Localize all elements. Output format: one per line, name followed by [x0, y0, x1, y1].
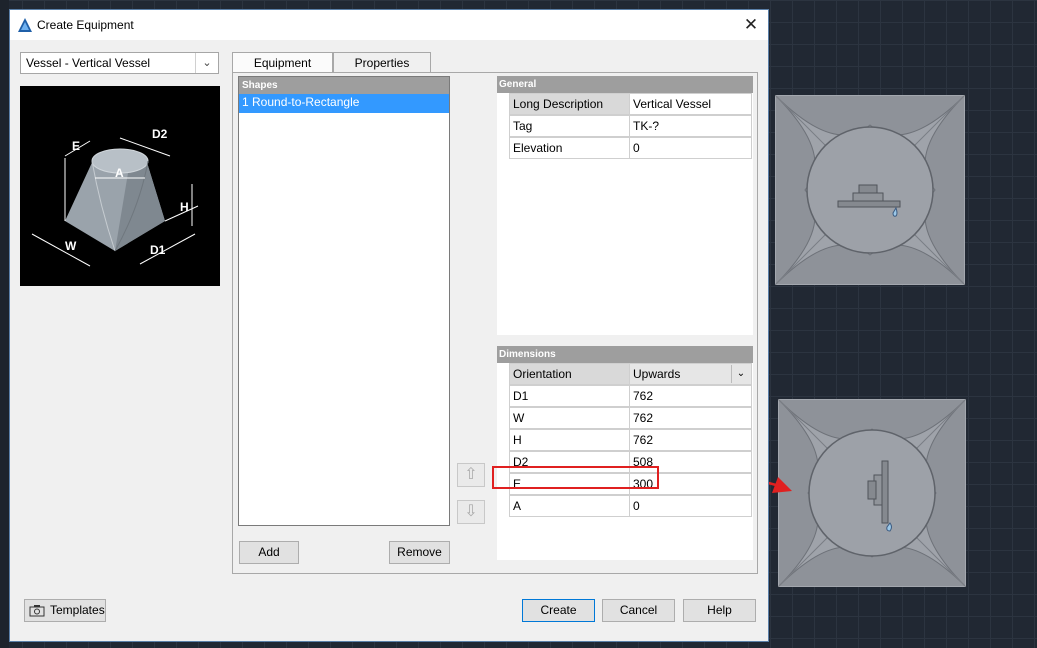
- prop-label: D1: [509, 385, 630, 407]
- equipment-type-value: Vessel - Vertical Vessel: [26, 56, 151, 70]
- equipment-type-select[interactable]: Vessel - Vertical Vessel ⌄: [20, 52, 219, 74]
- general-grid: Long Description (Size) Vertical Vessel …: [509, 93, 752, 335]
- prop-label: H: [509, 429, 630, 451]
- dimensions-grid: Orientation Upwards ⌄ D1 762 W 762 H 762: [509, 363, 752, 559]
- prop-row-tag[interactable]: Tag TK-?: [509, 115, 752, 137]
- add-button[interactable]: Add: [239, 541, 299, 564]
- dim-label-d1: D1: [150, 243, 166, 257]
- close-button[interactable]: ✕: [740, 14, 762, 36]
- autocad-logo-icon: [18, 18, 32, 32]
- prop-row-d1[interactable]: D1 762: [509, 385, 752, 407]
- prop-value[interactable]: 0: [630, 137, 752, 159]
- dimensions-group: Dimensions Orientation Upwards ⌄ D1 762 …: [497, 346, 753, 560]
- shapes-list[interactable]: Shapes 1 Round-to-Rectangle: [238, 76, 450, 526]
- help-button[interactable]: Help: [683, 599, 756, 622]
- highlight-box: [492, 466, 659, 489]
- prop-row-elevation[interactable]: Elevation 0: [509, 137, 752, 159]
- chevron-down-icon[interactable]: ⌄: [195, 53, 218, 73]
- dim-label-h: H: [180, 200, 189, 214]
- top-view-before: [775, 95, 965, 285]
- shapes-header: Shapes: [239, 77, 449, 94]
- prop-label: A: [509, 495, 630, 517]
- dialog-title: Create Equipment: [37, 18, 134, 32]
- prop-value[interactable]: Vertical Vessel: [630, 93, 752, 115]
- remove-button[interactable]: Remove: [389, 541, 450, 564]
- orientation-value: Upwards: [633, 367, 681, 381]
- camera-icon: [29, 605, 45, 617]
- prop-value[interactable]: 762: [630, 385, 752, 407]
- prop-row-a[interactable]: A 0: [509, 495, 752, 517]
- prop-row-orientation[interactable]: Orientation Upwards ⌄: [509, 363, 752, 385]
- tab-properties[interactable]: Properties: [333, 52, 431, 73]
- prop-label: Orientation: [509, 363, 630, 385]
- prop-label: Elevation: [509, 137, 630, 159]
- dim-label-w: W: [65, 239, 77, 253]
- prop-label: W: [509, 407, 630, 429]
- move-down-button[interactable]: ⇩: [457, 500, 485, 524]
- prop-value[interactable]: 762: [630, 429, 752, 451]
- title-bar[interactable]: Create Equipment ✕: [10, 10, 768, 40]
- prop-value[interactable]: 762: [630, 407, 752, 429]
- equipment-tab-panel: Shapes 1 Round-to-Rectangle Add Remove ⇧…: [232, 72, 758, 574]
- round-to-rectangle-diagram: E D2 A H W D1: [31, 127, 199, 267]
- prop-label: Tag: [509, 115, 630, 137]
- tab-equipment[interactable]: Equipment: [232, 52, 333, 74]
- equipment-preview-image: E D2 A H W D1: [20, 86, 220, 286]
- templates-label: Templates: [50, 603, 105, 617]
- create-button[interactable]: Create: [522, 599, 595, 622]
- create-equipment-dialog: Create Equipment ✕ Vessel - Vertical Ves…: [9, 9, 769, 642]
- prop-row-w[interactable]: W 762: [509, 407, 752, 429]
- move-up-button[interactable]: ⇧: [457, 463, 485, 487]
- templates-button[interactable]: Templates: [24, 599, 106, 622]
- prop-row-h[interactable]: H 762: [509, 429, 752, 451]
- chevron-down-icon[interactable]: ⌄: [731, 365, 750, 383]
- arrow-down-icon: ⇩: [464, 503, 478, 520]
- arrow-up-icon: ⇧: [464, 466, 478, 483]
- dim-label-d2: D2: [152, 127, 168, 141]
- prop-row-long-description[interactable]: Long Description (Size) Vertical Vessel: [509, 93, 752, 131]
- prop-value[interactable]: TK-?: [630, 115, 752, 137]
- orientation-select[interactable]: Upwards ⌄: [630, 363, 752, 385]
- general-header: General: [497, 76, 753, 93]
- left-side-strip: [0, 0, 9, 648]
- cancel-button[interactable]: Cancel: [602, 599, 675, 622]
- list-item[interactable]: 1 Round-to-Rectangle: [239, 94, 449, 113]
- dim-label-e: E: [72, 139, 80, 153]
- prop-value[interactable]: 0: [630, 495, 752, 517]
- dim-label-a: A: [115, 166, 124, 180]
- top-view-after: [778, 399, 966, 587]
- general-group: General Long Description (Size) Vertical…: [497, 76, 753, 335]
- dimensions-header: Dimensions: [497, 346, 753, 363]
- prop-label: Long Description (Size): [509, 93, 630, 131]
